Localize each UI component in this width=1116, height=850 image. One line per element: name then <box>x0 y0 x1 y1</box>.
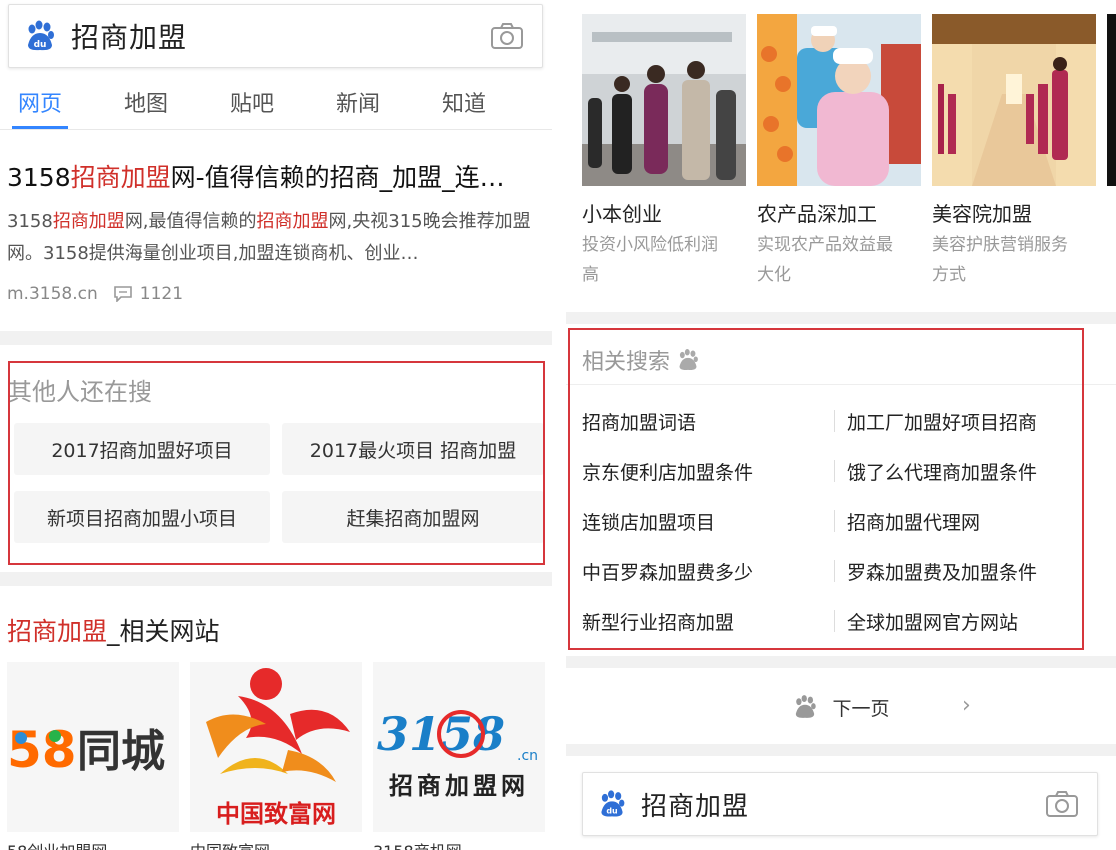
related-search-item[interactable]: 京东便利店加盟条件 <box>582 458 753 485</box>
site-caption[interactable]: 中国致富网 <box>190 838 270 850</box>
others-search-item[interactable]: 赶集招商加盟网 <box>282 491 544 543</box>
svg-text:du: du <box>606 807 617 816</box>
food-processing-image <box>757 14 921 186</box>
active-tab-indicator <box>12 126 68 129</box>
tab-tieba[interactable]: 贴吧 <box>230 86 274 118</box>
others-search-title: 其他人还在搜 <box>8 378 152 406</box>
svg-text:3158: 3158 <box>377 707 505 761</box>
site-card-zhifu[interactable]: 中国致富网 <box>190 662 362 832</box>
highlight-annotation-box <box>568 328 1084 650</box>
search-box[interactable]: du 招商加盟 <box>8 4 543 68</box>
baidu-paw-icon <box>796 695 817 718</box>
svg-text:同城: 同城 <box>77 726 165 777</box>
site-caption[interactable]: 3158商机网 <box>373 838 462 850</box>
category-title[interactable]: 农产品深加工 <box>757 198 877 227</box>
search-query[interactable]: 招商加盟 <box>641 786 749 823</box>
left-screen: du 招商加盟 网页 地图 贴吧 新闻 知道 3158招商加盟网-值得信赖的招商… <box>0 0 552 850</box>
svg-text:招商加盟网: 招商加盟网 <box>389 772 529 800</box>
result-title-highlight: 招商加盟 <box>70 163 171 192</box>
partial-image <box>1107 14 1116 186</box>
chevron-right-icon: › <box>962 693 971 718</box>
svg-text:du: du <box>34 40 47 50</box>
result-title-post: 网-值得信赖的招商_加盟_连… <box>170 163 505 192</box>
camera-icon[interactable] <box>490 22 524 50</box>
bottom-search-box[interactable]: du 招商加盟 <box>582 772 1098 836</box>
result-title-pre: 3158 <box>7 163 71 192</box>
result-description: 3158招商加盟网,最值得信赖的招商加盟网,央视315晚会推荐加盟网。3158提… <box>7 206 547 270</box>
comment-icon <box>113 286 132 302</box>
related-search-item[interactable]: 招商加盟代理网 <box>847 508 980 535</box>
site-card-58[interactable]: 58 同城 <box>7 662 179 832</box>
section-divider <box>0 572 552 586</box>
desc-highlight: 招商加盟 <box>256 211 329 232</box>
related-search-item[interactable]: 招商加盟词语 <box>582 408 696 435</box>
result-title-link[interactable]: 3158招商加盟网-值得信赖的招商_加盟_连… <box>7 158 547 194</box>
beauty-salon-image <box>932 14 1096 186</box>
next-page-button[interactable]: 下一页 › <box>566 680 1116 734</box>
section-divider <box>566 656 1116 668</box>
related-search-item[interactable]: 中百罗森加盟费多少 <box>582 558 753 585</box>
svg-text:.cn: .cn <box>517 748 538 764</box>
related-search-title: 相关搜索 <box>582 344 700 376</box>
search-tabs: 网页 地图 贴吧 新闻 知道 <box>0 74 552 130</box>
related-search-underline <box>566 384 1116 385</box>
column-divider <box>834 610 835 632</box>
category-subtitle: 实现农产品效益最大化 <box>757 235 893 285</box>
svg-text:58: 58 <box>7 721 77 779</box>
category-subtitle: 美容护肤营销服务方式 <box>932 235 1068 285</box>
58-tongcheng-logo: 58 同城 <box>7 721 165 779</box>
related-search-item[interactable]: 连锁店加盟项目 <box>582 508 715 535</box>
related-search-item[interactable]: 罗森加盟费及加盟条件 <box>847 558 1037 585</box>
sites-title-rest: _相关网站 <box>107 617 220 646</box>
column-divider <box>834 410 835 432</box>
category-photo-more[interactable] <box>1107 14 1116 186</box>
camera-icon[interactable] <box>1045 790 1079 818</box>
section-divider <box>566 744 1116 756</box>
tab-zhidao[interactable]: 知道 <box>442 86 486 118</box>
tab-map[interactable]: 地图 <box>124 86 168 118</box>
category-photo-agri[interactable] <box>757 14 921 186</box>
related-sites-title: 招商加盟_相关网站 <box>7 612 220 648</box>
baidu-paw-icon: du <box>601 790 625 817</box>
right-screen: 小本创业 农产品深加工 美容院加盟 投资小风险低利润高 实现农产品效益最大化 美… <box>566 0 1116 850</box>
desc-highlight: 招商加盟 <box>52 211 125 232</box>
panel-gap <box>552 0 566 850</box>
category-title[interactable]: 美容院加盟 <box>932 198 1032 227</box>
baidu-paw-icon <box>679 349 698 370</box>
related-search-item[interactable]: 新型行业招商加盟 <box>582 608 734 635</box>
comment-count: 1121 <box>139 284 184 304</box>
related-search-item[interactable]: 饿了么代理商加盟条件 <box>847 458 1037 485</box>
next-page-label: 下一页 <box>832 697 890 720</box>
category-photo-small-business[interactable] <box>582 14 746 186</box>
others-search-item[interactable]: 2017最火项目 招商加盟 <box>282 423 544 475</box>
desc-part: 3158 <box>7 211 53 232</box>
zhifu-logo: 中国致富网 <box>206 668 350 828</box>
category-photo-beauty[interactable] <box>932 14 1096 186</box>
expo-crowd-image <box>582 14 746 186</box>
others-search-item[interactable]: 新项目招商加盟小项目 <box>14 491 270 543</box>
related-search-item[interactable]: 加工厂加盟好项目招商 <box>847 408 1037 435</box>
related-search-label: 相关搜索 <box>582 350 671 375</box>
svg-text:中国致富网: 中国致富网 <box>216 800 336 828</box>
column-divider <box>834 460 835 482</box>
baidu-paw-icon: du <box>28 20 54 51</box>
result-url[interactable]: m.3158.cn <box>7 284 98 304</box>
desc-part: 网,最值得信赖的 <box>124 211 257 232</box>
search-query[interactable]: 招商加盟 <box>71 16 187 56</box>
3158-logo: 3158 .cn 招商加盟网 <box>377 707 538 800</box>
site-caption[interactable]: 58创业加盟网 <box>7 838 107 850</box>
column-divider <box>834 510 835 532</box>
column-divider <box>834 560 835 582</box>
tab-webpage[interactable]: 网页 <box>18 86 62 118</box>
category-subtitle: 投资小风险低利润高 <box>582 235 718 285</box>
related-search-item[interactable]: 全球加盟网官方网站 <box>847 608 1018 635</box>
category-title[interactable]: 小本创业 <box>582 198 662 227</box>
section-divider <box>0 331 552 345</box>
site-card-3158[interactable]: 3158 .cn 招商加盟网 <box>373 662 545 832</box>
section-divider <box>566 312 1116 324</box>
result-meta: m.3158.cn 1121 <box>7 284 183 304</box>
others-search-item[interactable]: 2017招商加盟好项目 <box>14 423 270 475</box>
tab-news[interactable]: 新闻 <box>336 86 380 118</box>
sites-title-highlight: 招商加盟 <box>7 617 108 646</box>
